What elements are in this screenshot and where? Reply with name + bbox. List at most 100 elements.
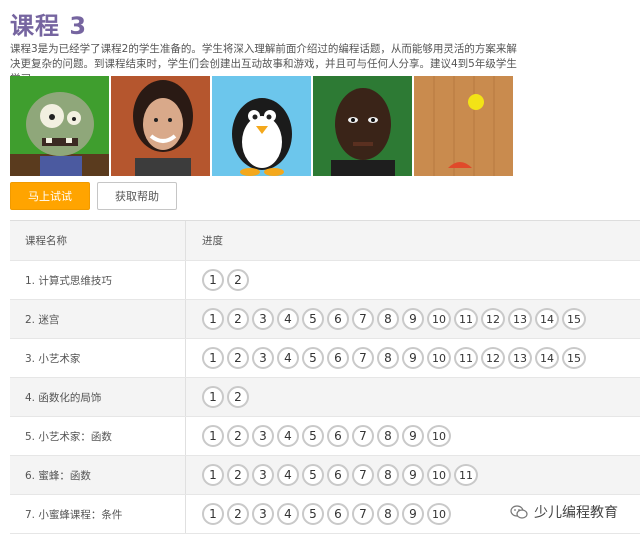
lesson-bubble[interactable]: 7 <box>352 464 374 486</box>
teacher-image <box>111 76 210 176</box>
lesson-bubble[interactable]: 2 <box>227 269 249 291</box>
lesson-bubble[interactable]: 7 <box>352 425 374 447</box>
get-help-button[interactable]: 获取帮助 <box>97 182 177 210</box>
lesson-bubble[interactable]: 5 <box>302 308 324 330</box>
lesson-bubble[interactable]: 8 <box>377 347 399 369</box>
lesson-bubble[interactable]: 14 <box>535 347 559 369</box>
basketball-court-image <box>414 76 513 176</box>
lesson-bubble[interactable]: 6 <box>327 347 349 369</box>
lesson-bubble[interactable]: 2 <box>227 503 249 525</box>
header-course-name: 课程名称 <box>10 221 186 260</box>
progress-table: 课程名称 进度 1. 计算式思维技巧 1 2 2. 迷宫 1 2 3 4 5 6 7 8 9 10 11 12… <box>10 220 640 534</box>
lesson-bubble[interactable]: 15 <box>562 347 586 369</box>
lesson-bubble[interactable]: 12 <box>481 347 505 369</box>
course-image-strip <box>10 76 513 176</box>
lesson-progress: 1 2 3 4 5 6 7 8 9 10 11 12 13 14 15 <box>186 339 640 377</box>
table-row: 3. 小艺术家 1 2 3 4 5 6 7 8 9 10 11 12 13 14 15 <box>10 339 640 378</box>
course-name[interactable]: 7. 小蜜蜂课程：条件 <box>10 495 186 533</box>
course-name[interactable]: 1. 计算式思维技巧 <box>10 261 186 299</box>
lesson-bubble[interactable]: 10 <box>427 308 451 330</box>
lesson-bubble[interactable]: 7 <box>352 503 374 525</box>
lesson-bubble[interactable]: 4 <box>277 308 299 330</box>
lesson-bubble[interactable]: 1 <box>202 386 224 408</box>
lesson-bubble[interactable]: 11 <box>454 464 478 486</box>
penguin-image <box>212 76 311 176</box>
course-name[interactable]: 2. 迷宫 <box>10 300 186 338</box>
lesson-bubble[interactable]: 9 <box>402 347 424 369</box>
page-title: 课程 3 <box>10 12 88 40</box>
lesson-bubble[interactable]: 8 <box>377 425 399 447</box>
lesson-bubble[interactable]: 6 <box>327 425 349 447</box>
lesson-bubble[interactable]: 8 <box>377 308 399 330</box>
lesson-bubble[interactable]: 1 <box>202 308 224 330</box>
lesson-bubble[interactable]: 13 <box>508 347 532 369</box>
lesson-bubble[interactable]: 8 <box>377 464 399 486</box>
lesson-bubble[interactable]: 9 <box>402 503 424 525</box>
try-now-button[interactable]: 马上试试 <box>10 182 90 210</box>
player-image <box>313 76 412 176</box>
lesson-progress: 1 2 3 4 5 6 7 8 9 10 <box>186 417 640 455</box>
lesson-bubble[interactable]: 6 <box>327 503 349 525</box>
lesson-bubble[interactable]: 3 <box>252 503 274 525</box>
table-row: 1. 计算式思维技巧 1 2 <box>10 261 640 300</box>
lesson-bubble[interactable]: 1 <box>202 503 224 525</box>
lesson-bubble[interactable]: 5 <box>302 347 324 369</box>
lesson-progress: 1 2 3 4 5 6 7 8 9 10 11 12 13 14 15 <box>186 300 640 338</box>
lesson-bubble[interactable]: 3 <box>252 464 274 486</box>
lesson-bubble[interactable]: 11 <box>454 347 478 369</box>
lesson-bubble[interactable]: 1 <box>202 464 224 486</box>
table-row: 5. 小艺术家：函数 1 2 3 4 5 6 7 8 9 10 <box>10 417 640 456</box>
lesson-bubble[interactable]: 12 <box>481 308 505 330</box>
lesson-bubble[interactable]: 2 <box>227 386 249 408</box>
lesson-bubble[interactable]: 2 <box>227 308 249 330</box>
lesson-bubble[interactable]: 1 <box>202 425 224 447</box>
lesson-bubble[interactable]: 7 <box>352 347 374 369</box>
lesson-bubble[interactable]: 9 <box>402 425 424 447</box>
lesson-bubble[interactable]: 4 <box>277 503 299 525</box>
watermark-text: 少儿编程教育 <box>534 505 618 521</box>
lesson-bubble[interactable]: 2 <box>227 425 249 447</box>
lesson-bubble[interactable]: 10 <box>427 464 451 486</box>
lesson-bubble[interactable]: 10 <box>427 503 451 525</box>
lesson-bubble[interactable]: 3 <box>252 347 274 369</box>
lesson-bubble[interactable]: 6 <box>327 308 349 330</box>
course-name[interactable]: 6. 蜜蜂：函数 <box>10 456 186 494</box>
lesson-bubble[interactable]: 13 <box>508 308 532 330</box>
lesson-bubble[interactable]: 10 <box>427 347 451 369</box>
lesson-progress: 1 2 3 4 5 6 7 8 9 10 11 <box>186 456 640 494</box>
lesson-bubble[interactable]: 14 <box>535 308 559 330</box>
lesson-bubble[interactable]: 4 <box>277 464 299 486</box>
lesson-bubble[interactable]: 9 <box>402 464 424 486</box>
table-row: 6. 蜜蜂：函数 1 2 3 4 5 6 7 8 9 10 11 <box>10 456 640 495</box>
lesson-bubble[interactable]: 3 <box>252 425 274 447</box>
lesson-bubble[interactable]: 2 <box>227 347 249 369</box>
lesson-progress: 12 <box>186 261 640 299</box>
lesson-bubble[interactable]: 11 <box>454 308 478 330</box>
lesson-bubble[interactable]: 2 <box>227 464 249 486</box>
lesson-bubble[interactable]: 10 <box>427 425 451 447</box>
lesson-bubble[interactable]: 1 <box>202 347 224 369</box>
lesson-bubble[interactable]: 9 <box>402 308 424 330</box>
table-row: 4. 函数化的局饰 1 2 <box>10 378 640 417</box>
lesson-bubble[interactable]: 8 <box>377 503 399 525</box>
wechat-icon <box>510 505 528 519</box>
lesson-bubble[interactable]: 5 <box>302 464 324 486</box>
course-name[interactable]: 3. 小艺术家 <box>10 339 186 377</box>
lesson-bubble[interactable]: 1 <box>202 269 224 291</box>
lesson-bubble[interactable]: 7 <box>352 308 374 330</box>
course-name[interactable]: 5. 小艺术家：函数 <box>10 417 186 455</box>
lesson-bubble[interactable]: 5 <box>302 503 324 525</box>
lesson-bubble[interactable]: 5 <box>302 425 324 447</box>
lesson-bubble[interactable]: 4 <box>277 347 299 369</box>
lesson-bubble[interactable]: 4 <box>277 425 299 447</box>
watermark: 少儿编程教育 <box>506 500 622 524</box>
lesson-bubble[interactable]: 3 <box>252 308 274 330</box>
header-progress: 进度 <box>202 235 223 247</box>
lesson-bubble[interactable]: 15 <box>562 308 586 330</box>
lesson-progress: 12 <box>186 378 640 416</box>
course-name[interactable]: 4. 函数化的局饰 <box>10 378 186 416</box>
table-row: 2. 迷宫 1 2 3 4 5 6 7 8 9 10 11 12 13 14 15 <box>10 300 640 339</box>
lesson-bubble[interactable]: 6 <box>327 464 349 486</box>
zombie-image <box>10 76 109 176</box>
table-header-row: 课程名称 进度 <box>10 221 640 261</box>
